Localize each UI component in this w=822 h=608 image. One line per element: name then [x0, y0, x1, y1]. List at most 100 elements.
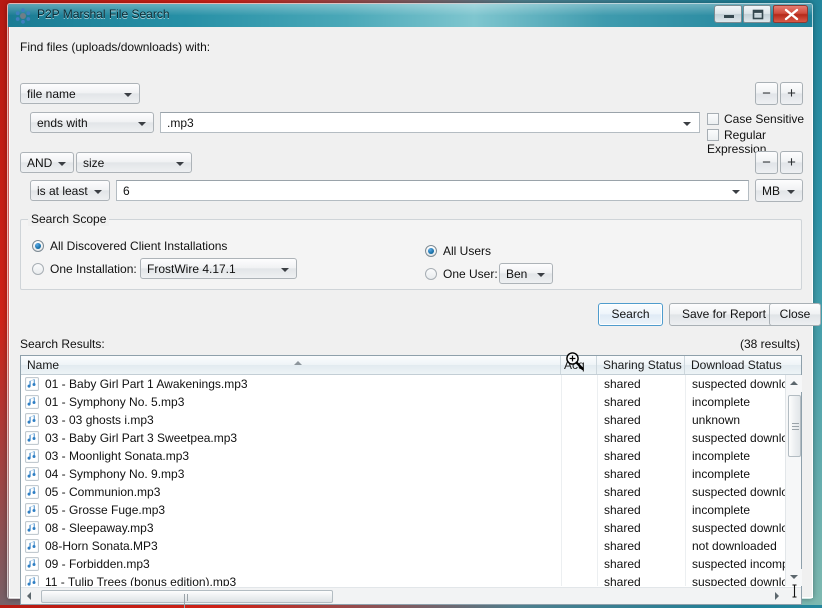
cell-name: 05 - Grosse Fuge.mp3	[45, 503, 166, 517]
criterion-2-field-value: size	[83, 156, 105, 170]
chevron-down-icon[interactable]	[683, 122, 691, 126]
chevron-down-icon	[281, 268, 289, 272]
search-button[interactable]: Search	[598, 303, 663, 326]
chevron-down-icon	[58, 162, 66, 166]
criterion-2-operator-select[interactable]: is at least	[30, 180, 110, 201]
radio-one-user[interactable]: One User:	[425, 267, 498, 281]
criterion-1-field-select[interactable]: file name	[20, 83, 140, 104]
column-header-download-status[interactable]: Download Status	[685, 356, 807, 374]
cell-name: 03 - 03 ghosts i.mp3	[45, 413, 154, 427]
chevron-down-icon	[94, 190, 102, 194]
window-title: P2P Marshal File Search	[37, 7, 170, 21]
cell-download-status: suspected downloaded	[685, 375, 785, 393]
all-users-label: All Users	[443, 244, 492, 258]
cell-name: 03 - Moonlight Sonata.mp3	[45, 449, 190, 463]
radio-all-installations[interactable]: All Discovered Client Installations	[32, 239, 227, 253]
close-icon[interactable]	[773, 5, 808, 23]
cell-name: 01 - Symphony No. 5.mp3	[45, 395, 185, 409]
table-row[interactable]: 04 - Symphony No. 9.mp3 shared incomplete	[21, 465, 785, 483]
criterion-2-remove-label: −	[762, 154, 771, 171]
criterion-1-add-label: +	[787, 85, 796, 102]
table-row[interactable]: 09 - Forbidden.mp3 sharedsuspected incomp…	[21, 555, 785, 573]
scroll-left-icon[interactable]	[21, 588, 37, 604]
cell-download-status: not downloaded	[685, 537, 785, 555]
maximize-icon[interactable]	[743, 5, 771, 23]
criterion-2-value-input[interactable]: 6	[116, 180, 749, 201]
cell-name: 09 - Forbidden.mp3	[45, 557, 150, 571]
horizontal-scrollbar[interactable]	[21, 587, 801, 608]
horizontal-scrollbar-thumb[interactable]	[41, 590, 333, 608]
vertical-scrollbar-thumb[interactable]	[788, 395, 801, 457]
criterion-1-operator-select[interactable]: ends with	[30, 112, 154, 133]
cell-name: 05 - Communion.mp3	[45, 485, 161, 499]
table-row[interactable]: 01 - Baby Girl Part 1 Awakenings.mp3 shar…	[21, 375, 785, 393]
case-sensitive-checkbox[interactable]: Case Sensitive	[707, 112, 804, 126]
table-row[interactable]: 01 - Symphony No. 5.mp3 shared incomplete	[21, 393, 785, 411]
network-nodes-icon	[15, 8, 31, 24]
music-note-icon	[25, 467, 39, 481]
cell-sharing-status: shared	[597, 429, 685, 447]
criterion-2-remove-button[interactable]: −	[755, 151, 778, 174]
criterion-2-add-button[interactable]: +	[780, 151, 803, 174]
cell-download-status: unknown	[685, 411, 785, 429]
criterion-2-value-text: 6	[123, 184, 130, 198]
chevron-down-icon[interactable]	[732, 190, 740, 194]
minimize-icon[interactable]	[714, 5, 742, 23]
table-row[interactable]: 05 - Grosse Fuge.mp3 shared incomplete	[21, 501, 785, 519]
installation-value: FrostWire 4.17.1	[147, 262, 236, 276]
criterion-1-add-button[interactable]: +	[780, 82, 803, 105]
cell-sharing-status: shared	[597, 519, 685, 537]
table-row[interactable]: 05 - Communion.mp3 sharedsuspected downlo…	[21, 483, 785, 501]
cell-download-status: incomplete	[685, 447, 785, 465]
cell-acq	[561, 411, 597, 429]
table-row[interactable]: 03 - Moonlight Sonata.mp3 shared incomplet…	[21, 447, 785, 465]
title-bar[interactable]: P2P Marshal File Search	[8, 4, 812, 27]
criterion-1-field-value: file name	[27, 87, 76, 101]
column-header-name[interactable]: Name	[21, 356, 561, 374]
radio-one-installation[interactable]: One Installation:	[32, 262, 137, 276]
chevron-down-icon	[176, 162, 184, 166]
cell-acq	[561, 429, 597, 447]
vertical-scrollbar[interactable]	[785, 375, 802, 586]
cell-acq	[561, 465, 597, 483]
scroll-right-icon[interactable]	[769, 588, 785, 604]
cell-name: 01 - Baby Girl Part 1 Awakenings.mp3	[45, 377, 248, 391]
table-row[interactable]: 08-Horn Sonata.MP3 shared not downloaded	[21, 537, 785, 555]
cell-name: 04 - Symphony No. 9.mp3	[45, 467, 185, 481]
column-header-sharing-status[interactable]: Sharing Status	[597, 356, 685, 374]
table-row[interactable]: 03 - 03 ghosts i.mp3 shared unknown	[21, 411, 785, 429]
table-row[interactable]: 08 - Sleepaway.mp3 sharedsuspected downlo…	[21, 519, 785, 537]
magnifier-cursor	[565, 351, 585, 376]
criterion-2-conjunction-select[interactable]: AND	[20, 152, 74, 173]
music-note-icon	[25, 485, 39, 499]
cell-sharing-status: shared	[597, 573, 685, 586]
dialog-body: Find files (uploads/downloads) with: fil…	[9, 27, 821, 608]
music-note-icon	[25, 521, 39, 535]
radio-all-users[interactable]: All Users	[425, 244, 491, 258]
cell-acq	[561, 519, 597, 537]
radio-dot	[425, 268, 437, 280]
scroll-up-icon[interactable]	[786, 375, 802, 392]
save-for-report-button[interactable]: Save for Report	[669, 303, 779, 326]
cell-sharing-status: shared	[597, 375, 685, 393]
cell-sharing-status: shared	[597, 537, 685, 555]
table-body: 01 - Baby Girl Part 1 Awakenings.mp3 shar…	[21, 375, 785, 586]
criterion-1-remove-button[interactable]: −	[755, 82, 778, 105]
search-scope-group	[20, 219, 802, 290]
cell-acq	[561, 447, 597, 465]
criterion-2-add-label: +	[787, 154, 796, 171]
table-row[interactable]: 03 - Baby Girl Part 3 Sweetpea.mp3 shared…	[21, 429, 785, 447]
criterion-2-field-select[interactable]: size	[76, 152, 192, 173]
user-select[interactable]: Ben	[499, 263, 553, 284]
installation-select[interactable]: FrostWire 4.17.1	[140, 258, 297, 279]
cell-sharing-status: shared	[597, 447, 685, 465]
criterion-1-value-input[interactable]: .mp3	[160, 112, 700, 133]
checkbox-box	[707, 129, 719, 141]
all-installations-label: All Discovered Client Installations	[50, 239, 228, 253]
criterion-2-unit-select[interactable]: MB	[755, 179, 803, 202]
close-dialog-button[interactable]: Close	[769, 303, 821, 326]
case-sensitive-label: Case Sensitive	[724, 112, 805, 126]
cell-acq	[561, 393, 597, 411]
table-row[interactable]: 11 - Tulip Trees (bonus edition).mp3 shar…	[21, 573, 785, 586]
music-note-icon	[25, 575, 39, 586]
